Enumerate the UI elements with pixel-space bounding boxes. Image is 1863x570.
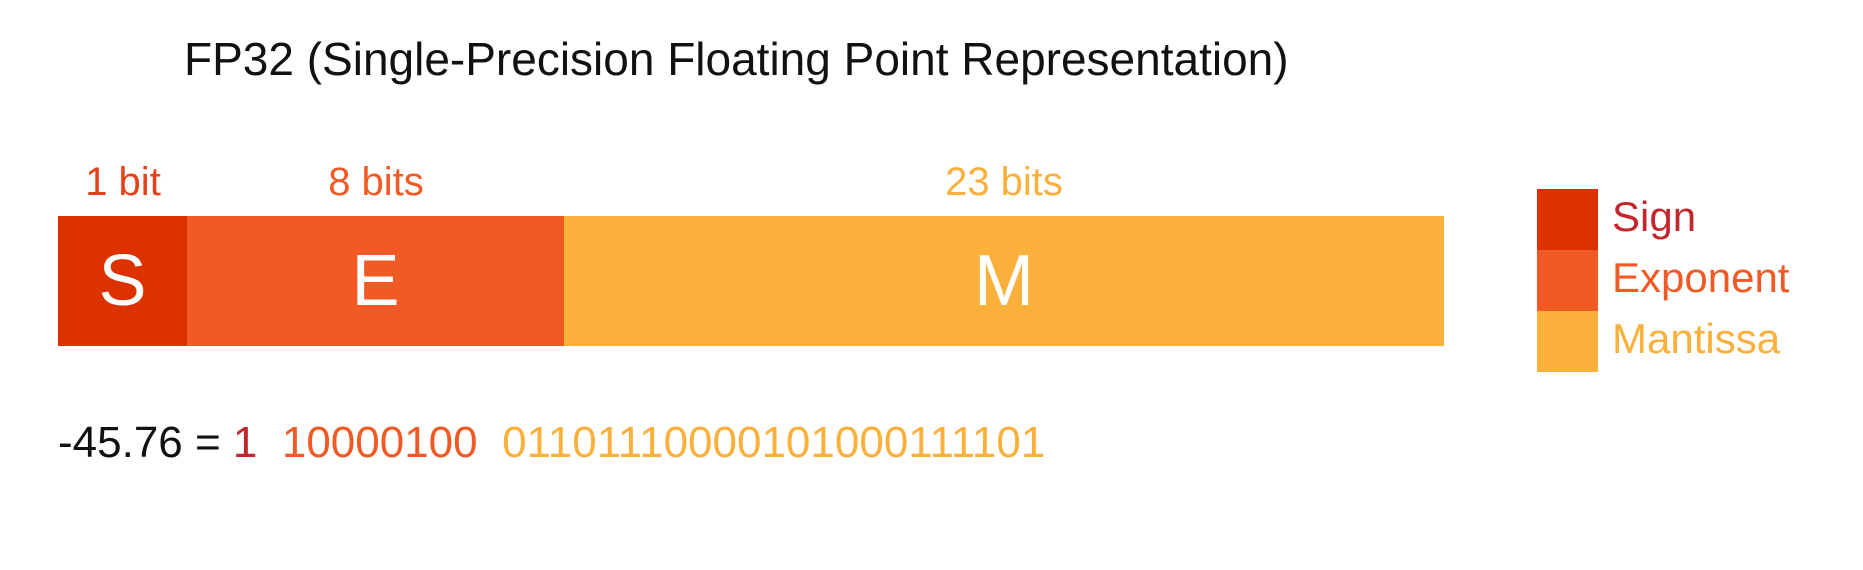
diagram-title: FP32 (Single-Precision Floating Point Re… bbox=[184, 33, 1289, 85]
legend-swatch-sign bbox=[1537, 189, 1598, 250]
legend-label-mantissa: Mantissa bbox=[1612, 315, 1781, 362]
exponent-field-letter: E bbox=[351, 241, 400, 321]
example-value: -45.76 bbox=[58, 418, 183, 467]
exponent-bits-label: 8 bits bbox=[328, 160, 424, 204]
example-sign-bits: 1 bbox=[232, 418, 258, 467]
legend-label-exponent: Exponent bbox=[1612, 254, 1790, 301]
mantissa-field-block: M bbox=[564, 216, 1444, 346]
legend-swatch-mantissa bbox=[1537, 311, 1598, 372]
sign-bits-label: 1 bit bbox=[85, 160, 161, 204]
example-mantissa-bits: 01101110000101000111101 bbox=[502, 418, 1046, 467]
mantissa-bits-label: 23 bits bbox=[945, 160, 1063, 204]
sign-field-letter: S bbox=[98, 241, 147, 321]
sign-field-block: S bbox=[58, 216, 187, 346]
legend-swatch-exponent bbox=[1537, 250, 1598, 311]
example-equals: = bbox=[182, 418, 233, 467]
legend-label-sign: Sign bbox=[1612, 193, 1697, 240]
exponent-field-block: E bbox=[187, 216, 564, 346]
example-exponent-bits: 10000100 bbox=[281, 418, 478, 467]
example-encoding: -45.76 = 1 10000100 01101110000101000111… bbox=[58, 421, 1045, 465]
mantissa-field-letter: M bbox=[974, 241, 1034, 321]
